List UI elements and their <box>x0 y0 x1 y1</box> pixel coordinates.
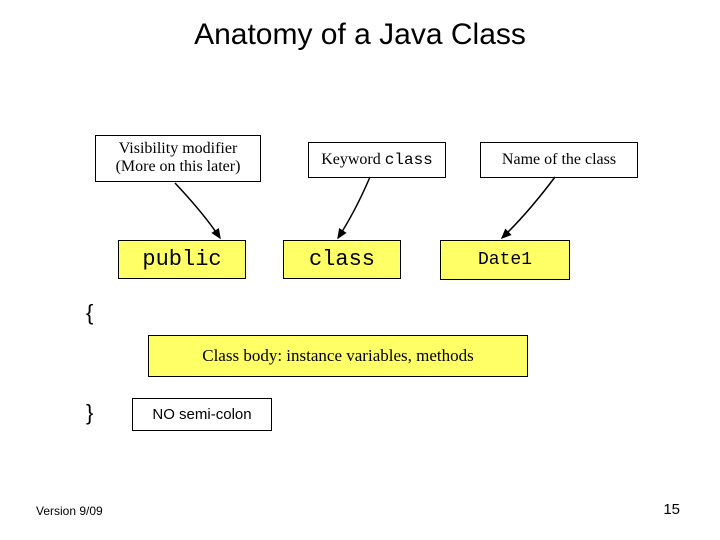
footer-page-number: 15 <box>663 501 680 518</box>
label-no-semicolon: NO semi-colon <box>132 398 272 431</box>
label-keyword-mono: class <box>385 151 433 169</box>
label-class-name: Name of the class <box>480 142 638 178</box>
code-classname: Date1 <box>440 240 570 280</box>
code-close-brace: } <box>86 400 93 426</box>
code-public: public <box>118 240 246 279</box>
code-class: class <box>283 240 401 279</box>
label-class-body: Class body: instance variables, methods <box>148 335 528 377</box>
slide-title: Anatomy of a Java Class <box>0 18 720 52</box>
label-keyword-prefix: Keyword <box>321 151 385 168</box>
footer-version: Version 9/09 <box>36 504 103 518</box>
label-visibility-line1: Visibility modifier <box>102 140 254 158</box>
label-keyword-class: Keyword class <box>308 142 446 178</box>
label-visibility-modifier: Visibility modifier (More on this later) <box>95 135 261 182</box>
code-open-brace: { <box>86 300 93 326</box>
label-visibility-line2: (More on this later) <box>102 158 254 176</box>
